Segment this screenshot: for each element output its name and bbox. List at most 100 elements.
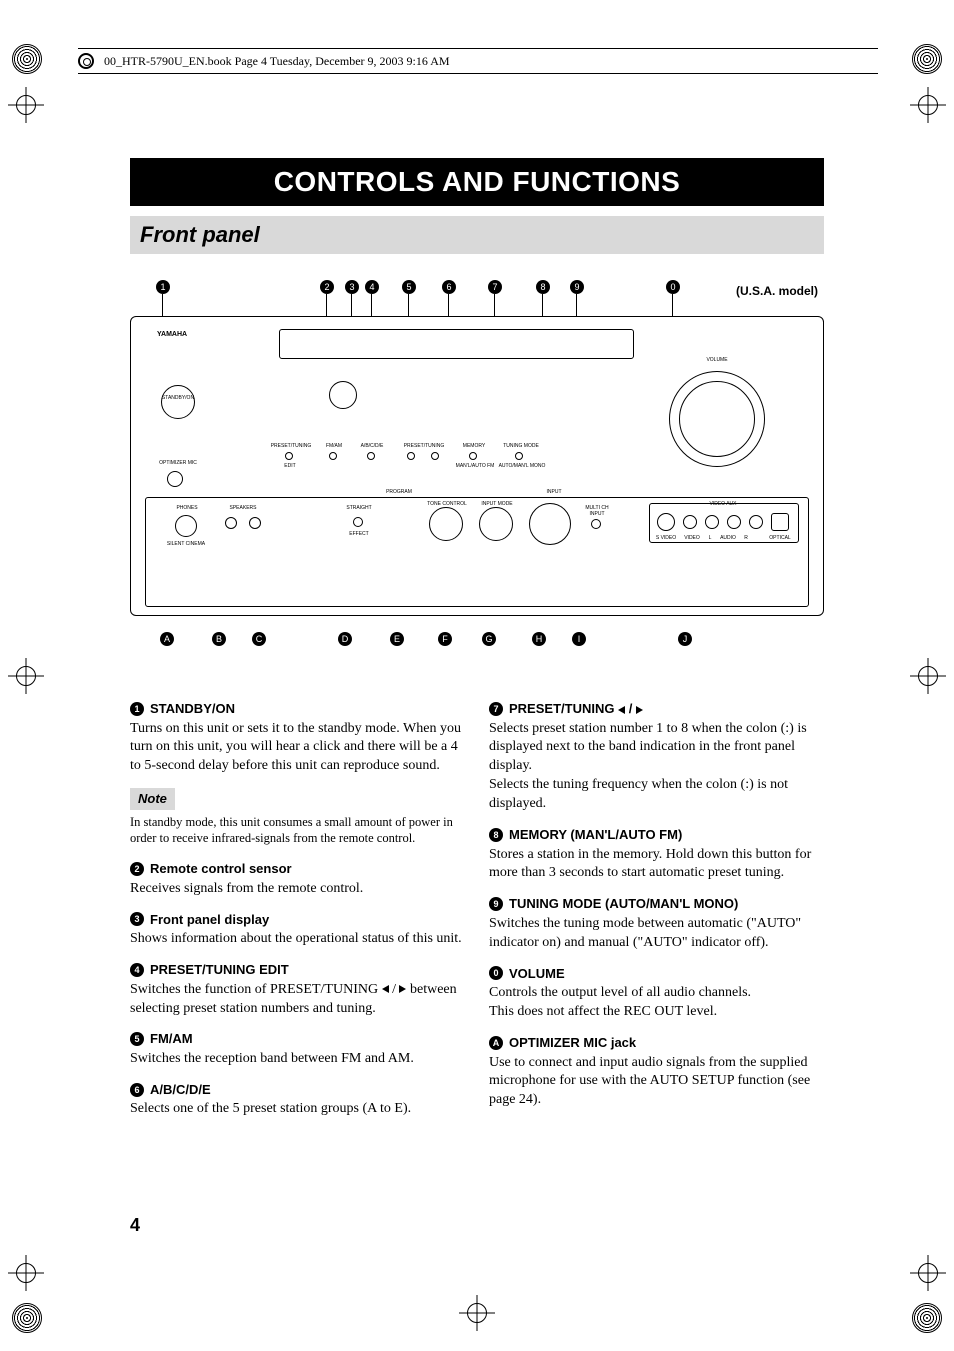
callout-3: 3: [345, 280, 359, 294]
reg-mark-icon: [12, 44, 42, 74]
item-fmam: 5 FM/AM Switches the reception band betw…: [130, 1030, 465, 1068]
num-badge: 7: [489, 702, 503, 716]
callout-20: J: [678, 632, 692, 646]
small-btn: [329, 452, 337, 460]
callout-10: 0: [666, 280, 680, 294]
standby-label: STANDBY/ON: [161, 395, 195, 401]
num-badge: 1: [130, 702, 144, 716]
small-btn: [353, 517, 363, 527]
tone-label: TONE CONTROL: [427, 501, 467, 507]
item-standby: 1 STANDBY/ON Turns on this unit or sets …: [130, 700, 465, 776]
straight-label: STRAIGHT: [341, 505, 377, 511]
volume-label: VOLUME: [695, 357, 739, 363]
optimizer-label: OPTIMIZER MIC: [155, 460, 201, 466]
crosshair-icon: [8, 658, 44, 694]
crosshair-icon: [8, 87, 44, 123]
num-badge: 2: [130, 862, 144, 876]
edit-label: EDIT: [279, 463, 301, 469]
multi-label: MULTI CH INPUT: [579, 505, 615, 517]
speakers-label: SPEAKERS: [221, 505, 265, 511]
item-volume: 0 VOLUME Controls the output level of al…: [489, 965, 824, 1022]
abcde-label: A/B/C/D/E: [355, 443, 389, 449]
callout-2: 2: [320, 280, 334, 294]
speaker-a-icon: [225, 517, 237, 529]
callout-13: C: [252, 632, 266, 646]
item-body: Selects one of the 5 preset station grou…: [130, 1100, 465, 1119]
crosshair-icon: [910, 87, 946, 123]
item-title: STANDBY/ON: [150, 700, 235, 718]
item-body: Stores a station in the memory. Hold dow…: [489, 846, 824, 884]
small-btn: [591, 519, 601, 529]
callout-15: E: [390, 632, 404, 646]
triangle-right-icon: [636, 706, 643, 714]
standby-button-icon: [161, 385, 195, 419]
item-body-2: Selects the tuning frequency when the co…: [489, 776, 824, 814]
effect-label: EFFECT: [345, 531, 373, 537]
crosshair-icon: [8, 1255, 44, 1291]
small-btn: [515, 452, 523, 460]
num-badge: 0: [489, 966, 503, 980]
program-knob-icon: [429, 507, 463, 541]
large-knob-icon: [529, 503, 571, 545]
body-pre: Switches the function of PRESET/TUNING: [130, 982, 382, 997]
panel-outline: YAMAHA STANDBY/ON OPTIMIZER MIC PHONES S…: [130, 316, 824, 616]
item-title: VOLUME: [509, 965, 565, 983]
svideo-label: S VIDEO: [653, 535, 679, 541]
item-title: FM/AM: [150, 1030, 193, 1048]
callout-8: 8: [536, 280, 550, 294]
input-label: INPUT: [529, 489, 579, 495]
small-btn: [407, 452, 415, 460]
left-column: 1 STANDBY/ON Turns on this unit or sets …: [130, 700, 465, 1131]
item-title: A/B/C/D/E: [150, 1081, 211, 1099]
right-column: 7 PRESET/TUNING / Selects preset station…: [489, 700, 824, 1131]
num-badge: 4: [130, 963, 144, 977]
title-pre: PRESET/TUNING: [509, 701, 618, 716]
tuning-mode-label: TUNING MODE: [499, 443, 543, 449]
speaker-b-icon: [249, 517, 261, 529]
book-header: 00_HTR-5790U_EN.book Page 4 Tuesday, Dec…: [78, 48, 878, 74]
audio-r-jack-icon: [749, 515, 763, 529]
item-body: Use to connect and input audio signals f…: [489, 1054, 824, 1111]
item-front-display: 3 Front panel display Shows information …: [130, 911, 465, 949]
callout-14: D: [338, 632, 352, 646]
volume-knob-inner: [679, 381, 755, 457]
item-body: Turns on this unit or sets it to the sta…: [130, 720, 465, 777]
callout-1: 1: [156, 280, 170, 294]
item-tuning-mode: 9 TUNING MODE (AUTO/MAN'L MONO) Switches…: [489, 895, 824, 952]
item-body: Switches the function of PRESET/TUNING /…: [130, 981, 465, 1019]
phones-label: PHONES: [167, 505, 207, 511]
small-btn: [469, 452, 477, 460]
audio-l-jack-icon: [705, 515, 719, 529]
page-number: 4: [130, 1215, 140, 1236]
small-btn: [431, 452, 439, 460]
note-block: Note In standby mode, this unit consumes…: [130, 788, 465, 846]
crosshair-icon: [459, 1295, 495, 1331]
note-text: In standby mode, this unit consumes a sm…: [130, 814, 465, 847]
callout-17: G: [482, 632, 496, 646]
reg-mark-icon: [912, 44, 942, 74]
item-memory: 8 MEMORY (MAN'L/AUTO FM) Stores a statio…: [489, 826, 824, 883]
item-abcde: 6 A/B/C/D/E Selects one of the 5 preset …: [130, 1081, 465, 1119]
small-btn: [367, 452, 375, 460]
num-badge: 3: [130, 912, 144, 926]
preset-edit-label: PRESET/TUNING: [269, 443, 313, 449]
svideo-jack-icon: [657, 513, 675, 531]
item-title: TUNING MODE (AUTO/MAN'L MONO): [509, 895, 738, 913]
display-window: [279, 329, 634, 359]
item-body: Switches the tuning mode between automat…: [489, 915, 824, 953]
item-remote-sensor: 2 Remote control sensor Receives signals…: [130, 860, 465, 898]
callout-7: 7: [488, 280, 502, 294]
callout-19: I: [572, 632, 586, 646]
fmam-label: FM/AM: [321, 443, 347, 449]
num-badge: A: [489, 1036, 503, 1050]
crosshair-icon: [910, 658, 946, 694]
section-heading: Front panel: [130, 216, 824, 254]
item-body: Selects preset station number 1 to 8 whe…: [489, 720, 824, 777]
phones-jack-icon: [175, 515, 197, 537]
crosshair-icon: [910, 1255, 946, 1291]
callout-11: A: [160, 632, 174, 646]
preset-lr-label: PRESET/TUNING: [399, 443, 449, 449]
item-title: PRESET/TUNING EDIT: [150, 961, 289, 979]
audio-r-jack-icon: [727, 515, 741, 529]
triangle-left-icon: [618, 706, 625, 714]
